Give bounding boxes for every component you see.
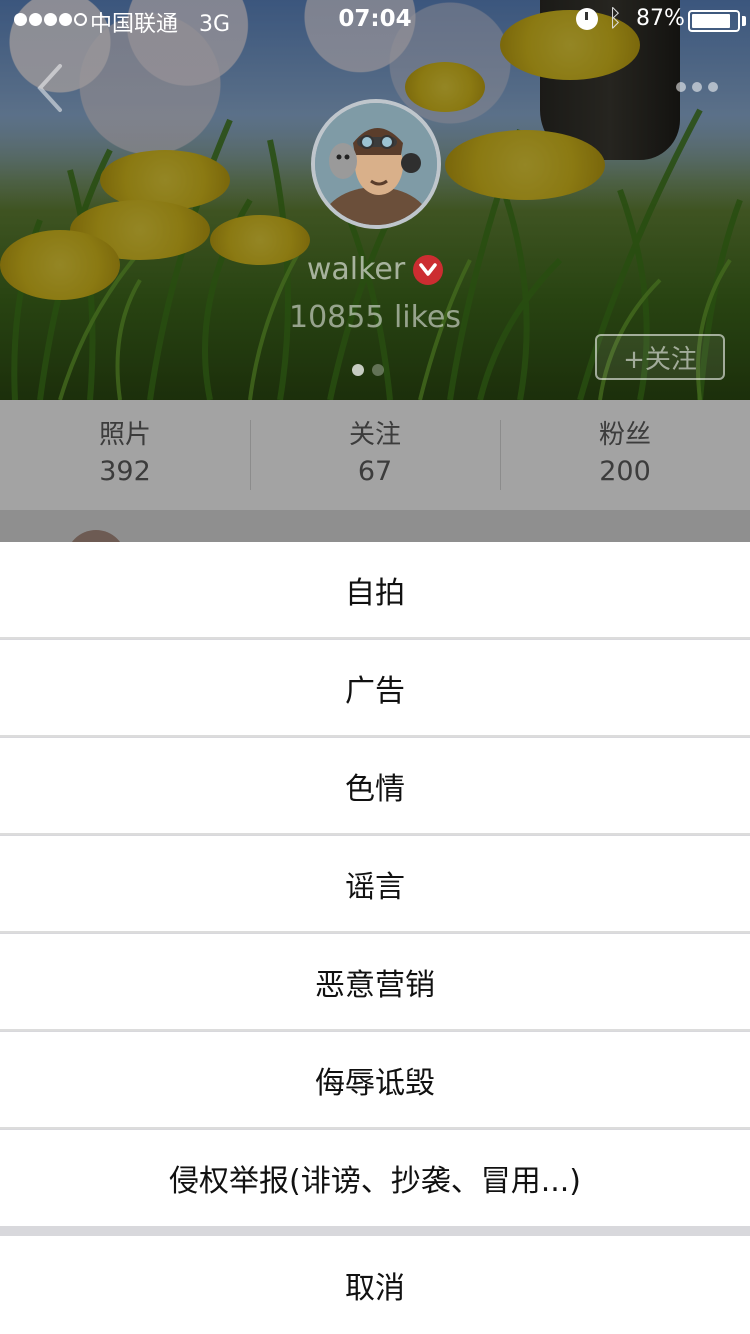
- verified-badge-icon: [413, 254, 444, 285]
- report-action-sheet: 自拍 广告 色情 谣言 恶意营销 侮辱诋毁 侵权举报(诽谤、抄袭、冒用...) …: [0, 542, 750, 1334]
- feed-preview-strip: [0, 510, 750, 542]
- stat-label: 照片: [98, 420, 151, 450]
- more-options-button[interactable]: [676, 74, 726, 100]
- alarm-icon: [576, 8, 598, 30]
- chevron-left-icon: [37, 64, 62, 112]
- follow-button[interactable]: +关注: [595, 334, 725, 380]
- report-option-infringement[interactable]: 侵权举报(诽谤、抄袭、冒用...): [0, 1130, 750, 1226]
- battery-level-fill: [692, 14, 731, 28]
- battery-percent: 87%: [636, 6, 685, 31]
- more-dots-icon: [676, 82, 686, 92]
- bluetooth-icon: ᛒ: [608, 4, 623, 32]
- header-pager: [352, 364, 384, 376]
- report-option-ad[interactable]: 广告: [0, 640, 750, 737]
- likes-count: 10855 likes: [288, 300, 462, 335]
- username: walker: [306, 252, 406, 287]
- stat-photos[interactable]: 照片 392: [0, 400, 250, 510]
- more-dots-icon: [692, 82, 702, 92]
- stat-following[interactable]: 关注 67: [250, 400, 500, 510]
- stat-value: 200: [599, 456, 651, 487]
- status-bar: 中国联通 3G 07:04 ᛒ 87%: [0, 0, 750, 40]
- stat-value: 392: [99, 456, 151, 487]
- stat-value: 67: [357, 456, 393, 487]
- report-option-malicious-marketing[interactable]: 恶意营销: [0, 934, 750, 1031]
- stat-label: 粉丝: [598, 420, 651, 450]
- pager-dot-active: [352, 364, 364, 376]
- avatar[interactable]: [311, 99, 441, 229]
- more-dots-icon: [708, 82, 718, 92]
- profile-stats: 照片 392 关注 67 粉丝 200: [0, 400, 750, 510]
- username-row: walker: [0, 252, 750, 287]
- avatar-illustration: [315, 103, 437, 225]
- report-option-selfie[interactable]: 自拍: [0, 542, 750, 639]
- back-button[interactable]: [30, 60, 74, 116]
- feed-avatar: [66, 530, 126, 542]
- stat-followers[interactable]: 粉丝 200: [500, 400, 750, 510]
- report-option-porn[interactable]: 色情: [0, 738, 750, 835]
- stat-label: 关注: [348, 420, 401, 450]
- report-option-insult[interactable]: 侮辱诋毁: [0, 1032, 750, 1129]
- battery-cap: [742, 16, 746, 26]
- battery-icon: [688, 10, 740, 32]
- cancel-button[interactable]: 取消: [0, 1236, 750, 1334]
- report-option-rumor[interactable]: 谣言: [0, 836, 750, 933]
- pager-dot: [372, 364, 384, 376]
